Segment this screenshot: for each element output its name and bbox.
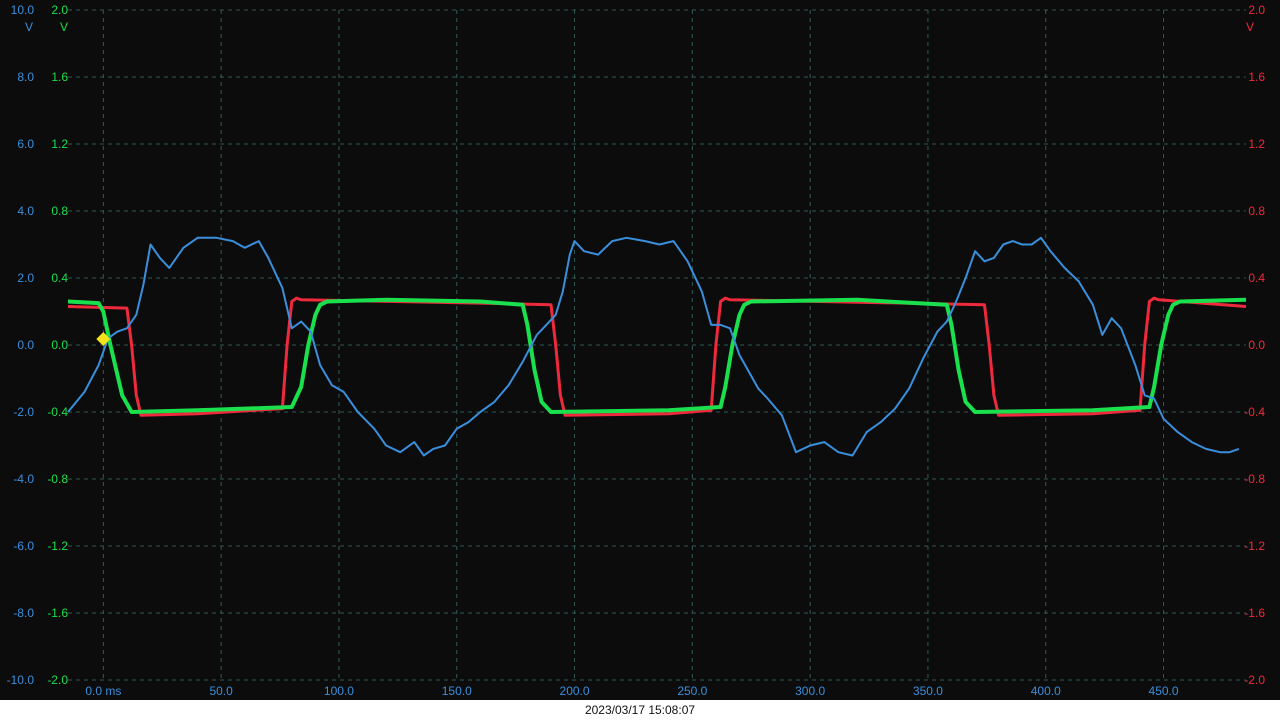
red-y-tick-label: -1.6 — [1244, 606, 1265, 620]
green-y-tick-label: -1.2 — [47, 539, 68, 553]
green-y-tick-label: 1.2 — [51, 137, 68, 151]
red-trace — [67, 296, 1247, 417]
green-y-tick-label: 2.0 — [51, 3, 68, 17]
green-trace — [67, 297, 1247, 414]
x-tick-label: 150.0 — [442, 684, 472, 698]
green-y-tick-label: -0.4 — [47, 405, 68, 419]
blue-y-tick-label: -4.0 — [13, 472, 34, 486]
blue-y-tick-label: 4.0 — [17, 204, 34, 218]
x-tick-label: 400.0 — [1031, 684, 1061, 698]
blue-y-tick-label: -8.0 — [13, 606, 34, 620]
capture-timestamp: 2023/03/17 15:08:07 — [0, 700, 1280, 720]
blue-y-tick-label: 10.0 — [11, 3, 35, 17]
traces — [67, 236, 1247, 457]
left-green-axis: 2.0 1.6 1.2 0.8 0.4 0.0 -0.4 -0.8 -1.2 -1.6 -2.0 — [47, 3, 68, 687]
red-y-tick-label: 0.0 — [1248, 338, 1265, 352]
blue-y-tick-label: 0.0 — [17, 338, 34, 352]
x-tick-label: 250.0 — [677, 684, 707, 698]
green-y-tick-label: 0.8 — [51, 204, 68, 218]
red-y-tick-label: 1.6 — [1248, 70, 1265, 84]
green-y-tick-label: 1.6 — [51, 70, 68, 84]
oscilloscope-plot: 10.0 8.0 6.0 4.0 2.0 0.0 -2.0 -4.0 -6.0 -8.0 -10.0… — [7, 3, 1266, 698]
left-green-unit: V — [60, 20, 68, 34]
green-y-tick-label: 0.4 — [51, 271, 68, 285]
red-y-tick-label: 0.4 — [1248, 271, 1265, 285]
red-y-tick-label: -0.4 — [1244, 405, 1265, 419]
x-axis: 0.0 ms 50.0 100.0 150.0 200.0 250.0 300.0 350.0… — [85, 684, 1179, 698]
x-tick-label: 350.0 — [913, 684, 943, 698]
blue-y-tick-label: 8.0 — [17, 70, 34, 84]
red-y-tick-label: -1.2 — [1244, 539, 1265, 553]
x-tick-label: 100.0 — [324, 684, 354, 698]
blue-y-tick-label: 2.0 — [17, 271, 34, 285]
plot-grid — [68, 9, 1246, 681]
blue-y-tick-label: -6.0 — [13, 539, 34, 553]
right-red-unit: V — [1246, 20, 1254, 34]
green-y-tick-label: -0.8 — [47, 472, 68, 486]
blue-trace — [67, 236, 1240, 457]
red-y-tick-label: 1.2 — [1248, 137, 1265, 151]
red-y-tick-label: 0.8 — [1248, 204, 1265, 218]
right-red-axis: 2.0 1.6 1.2 0.8 0.4 0.0 -0.4 -0.8 -1.2 -1.6 -2.0 — [1244, 3, 1265, 687]
red-y-tick-label: -2.0 — [1244, 673, 1265, 687]
blue-y-tick-label: -2.0 — [13, 405, 34, 419]
left-blue-axis: 10.0 8.0 6.0 4.0 2.0 0.0 -2.0 -4.0 -6.0 -8.0 -10.0 — [7, 3, 35, 687]
x-tick-label: 300.0 — [795, 684, 825, 698]
blue-y-tick-label: 6.0 — [17, 137, 34, 151]
green-y-tick-label: -1.6 — [47, 606, 68, 620]
x-tick-label: 50.0 — [209, 684, 233, 698]
blue-y-tick-label: -10.0 — [7, 673, 35, 687]
green-y-tick-label: -2.0 — [47, 673, 68, 687]
red-y-tick-label: -0.8 — [1244, 472, 1265, 486]
x-tick-label: 200.0 — [560, 684, 590, 698]
green-y-tick-label: 0.0 — [51, 338, 68, 352]
x-tick-label: 450.0 — [1149, 684, 1179, 698]
x-tick-label: 0.0 ms — [85, 684, 121, 698]
red-y-tick-label: 2.0 — [1248, 3, 1265, 17]
left-blue-unit: V — [25, 20, 33, 34]
